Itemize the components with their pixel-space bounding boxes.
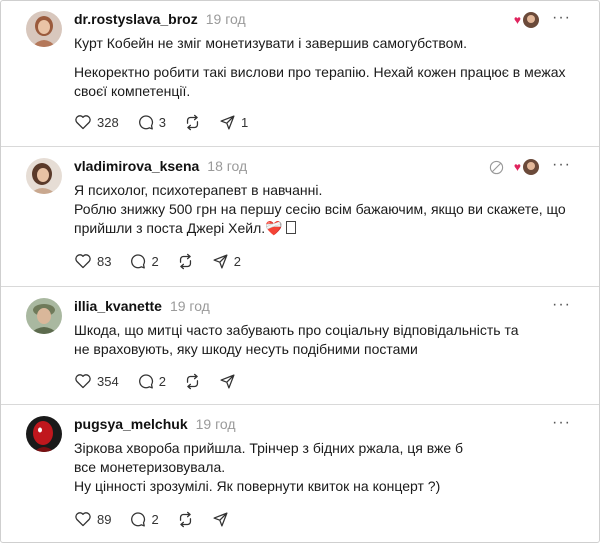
text-line: Роблю знижку 500 грн на першу сесію всім…	[74, 200, 579, 238]
action-bar: 328 3 1	[74, 111, 266, 133]
post-text: Шкода, що митці часто забувають про соці…	[74, 321, 529, 359]
share-button[interactable]	[219, 373, 236, 390]
reactions: ♥	[514, 12, 539, 28]
mute-icon[interactable]	[489, 160, 504, 175]
comment-icon	[138, 373, 153, 389]
action-bar: 83 2 2	[74, 250, 259, 272]
post-header: pugsya_melchuk 19 год	[74, 416, 236, 436]
action-bar: 89 2	[74, 508, 247, 530]
timestamp: 18 год	[207, 158, 248, 174]
timestamp: 19 год	[169, 298, 210, 314]
avatar	[523, 159, 539, 175]
text-line: все монетеризовувала.	[74, 459, 226, 475]
heart-icon	[75, 512, 91, 527]
timestamp: 19 год	[195, 416, 236, 432]
share-count: 1	[240, 114, 249, 130]
like-button[interactable]: 83	[74, 253, 111, 269]
reply-button[interactable]: 2	[137, 373, 166, 390]
share-icon	[213, 253, 228, 269]
text-line: Я психолог, психотерапевт в навчанні.	[74, 182, 323, 198]
reply-post: pugsya_melchuk 19 год ··· Зіркова хвороб…	[1, 404, 599, 542]
reply-post: vladimirova_ksena 18 год ♥ ··· Я психоло…	[1, 146, 599, 287]
like-button[interactable]: 328	[74, 114, 119, 130]
username[interactable]: vladimirova_ksena	[74, 158, 199, 174]
reply-count: 2	[158, 373, 166, 389]
avatar[interactable]	[26, 11, 62, 47]
reply-count: 3	[158, 114, 166, 130]
share-icon	[220, 114, 235, 130]
repost-icon	[179, 253, 191, 269]
more-icon[interactable]: ···	[552, 156, 571, 174]
post-text: Зіркова хвороба прийшла. Трінчер з бідни…	[74, 439, 579, 496]
like-count: 89	[97, 511, 112, 527]
post-header: vladimirova_ksena 18 год	[74, 158, 247, 178]
post-header: dr.rostyslava_broz 19 год	[74, 11, 246, 31]
post-header: illia_kvanette 19 год	[74, 298, 210, 318]
text-line: Роблю знижку 500 грн на першу сесію всім…	[74, 201, 566, 236]
like-button[interactable]: 89	[74, 511, 111, 527]
like-count: 354	[97, 373, 119, 389]
like-count: 328	[97, 114, 119, 130]
broken-heart-emoji: ❤️‍🩹	[265, 220, 283, 236]
post-text: Я психолог, психотерапевт в навчанні. Ро…	[74, 181, 579, 238]
heart-icon	[75, 115, 91, 130]
heart-icon	[75, 374, 91, 389]
reply-count: 2	[151, 253, 159, 269]
share-button[interactable]: 1	[219, 114, 248, 131]
share-button[interactable]	[212, 511, 229, 528]
threads-replies-panel: dr.rostyslava_broz 19 год ♥ ··· Курт Коб…	[0, 0, 600, 543]
repost-button[interactable]	[177, 253, 194, 270]
timestamp: 19 год	[205, 11, 246, 27]
repost-button[interactable]	[177, 511, 194, 528]
more-icon[interactable]: ···	[552, 414, 571, 432]
share-button[interactable]: 2	[212, 253, 241, 270]
like-count: 83	[97, 253, 112, 269]
comment-icon	[131, 253, 146, 269]
heart-icon	[75, 254, 91, 269]
text-line: Ну цінності зрозумілі. Як повернути квит…	[74, 478, 441, 494]
repost-icon	[179, 511, 191, 527]
text-line: Шкода, що митці часто забувають про соці…	[74, 322, 519, 357]
avatar[interactable]	[26, 416, 62, 452]
action-bar: 354 2	[74, 370, 254, 392]
reply-count: 2	[151, 511, 159, 527]
heart-icon: ♥	[513, 13, 521, 27]
reactions: ♥	[489, 159, 539, 175]
comment-icon	[138, 114, 153, 130]
text-line: Зіркова хвороба прийшла. Трінчер з бідни…	[74, 440, 464, 456]
text-line: Курт Кобейн не зміг монетизувати і завер…	[74, 35, 467, 51]
username[interactable]: illia_kvanette	[74, 298, 162, 314]
repost-button[interactable]	[184, 373, 201, 390]
reply-post: dr.rostyslava_broz 19 год ♥ ··· Курт Коб…	[1, 1, 599, 147]
repost-icon	[186, 373, 199, 389]
repost-button[interactable]	[184, 114, 201, 131]
reply-post: illia_kvanette 19 год ··· Шкода, що митц…	[1, 286, 599, 405]
share-icon	[220, 373, 235, 389]
reply-button[interactable]: 3	[137, 114, 166, 131]
reply-button[interactable]: 2	[129, 511, 159, 528]
more-icon[interactable]: ···	[552, 9, 571, 27]
username[interactable]: pugsya_melchuk	[74, 416, 188, 432]
avatar	[523, 12, 539, 28]
username[interactable]: dr.rostyslava_broz	[74, 11, 198, 27]
text-line: Некоректно робити такі вислови про терап…	[74, 64, 566, 99]
share-count: 2	[233, 253, 241, 269]
reply-button[interactable]: 2	[129, 253, 159, 270]
repost-icon	[186, 114, 199, 130]
heart-icon: ♥	[513, 160, 521, 174]
share-icon	[213, 511, 228, 527]
missing-glyph	[285, 221, 296, 234]
avatar[interactable]	[26, 298, 62, 334]
like-button[interactable]: 354	[74, 373, 119, 389]
comment-icon	[131, 511, 146, 527]
more-icon[interactable]: ···	[552, 296, 571, 314]
avatar[interactable]	[26, 158, 62, 194]
post-text: Курт Кобейн не зміг монетизувати і завер…	[74, 34, 579, 101]
